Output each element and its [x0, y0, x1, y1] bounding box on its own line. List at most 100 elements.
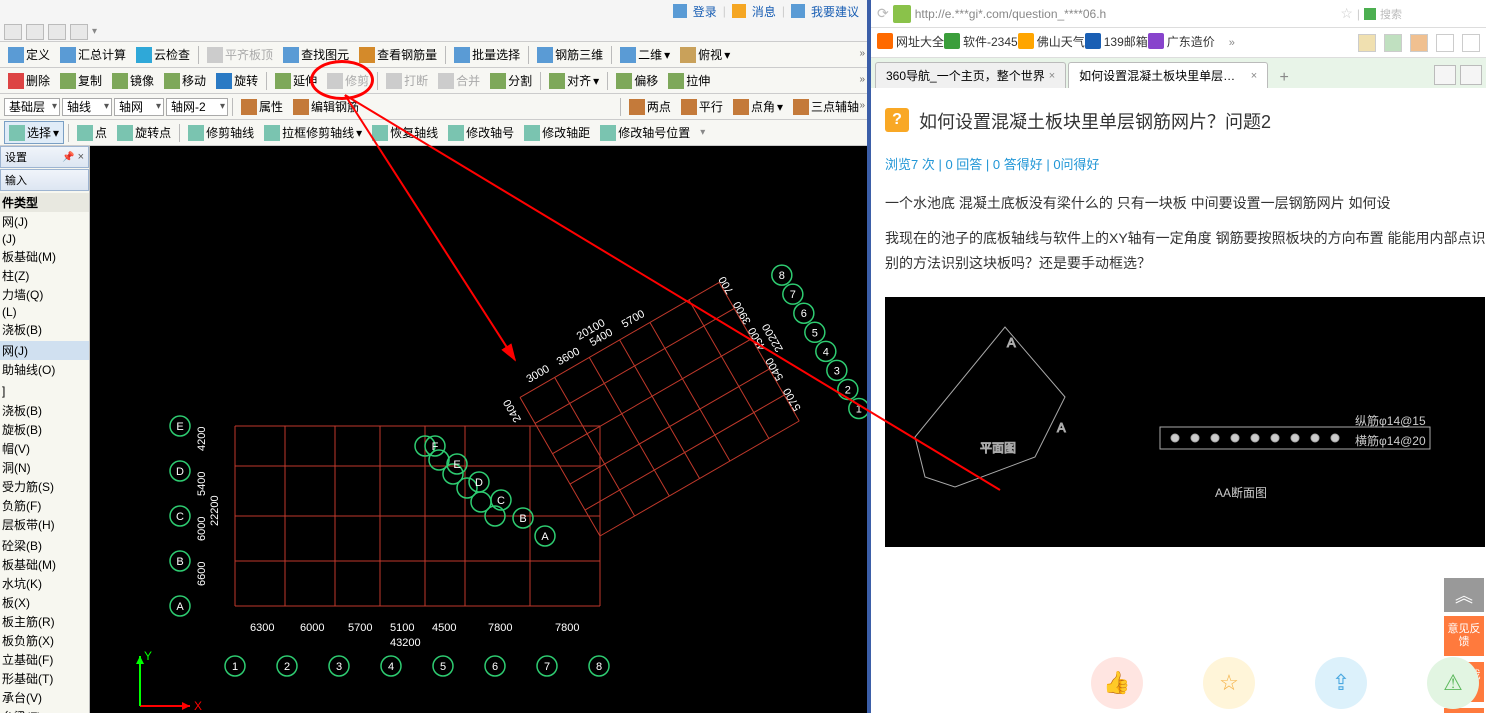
grid-select[interactable]: 轴网: [114, 98, 164, 116]
login-link[interactable]: 登录: [693, 3, 717, 20]
feedback-button[interactable]: 意见反馈: [1444, 616, 1484, 656]
component-list-item[interactable]: 层板带(H): [0, 515, 89, 534]
like-button[interactable]: 👍: [1091, 657, 1143, 709]
component-list-item[interactable]: 形基础(T): [0, 669, 89, 688]
tab-tool-button[interactable]: [1434, 65, 1456, 85]
mod-dist-button[interactable]: 修改轴距: [520, 122, 594, 143]
component-list-item[interactable]: 力墙(Q): [0, 285, 89, 304]
trim-button[interactable]: 修剪: [323, 70, 373, 91]
copy-button[interactable]: 复制: [56, 70, 106, 91]
twopoint-button[interactable]: 两点: [625, 96, 675, 117]
offset-button[interactable]: 偏移: [612, 70, 662, 91]
component-list-item[interactable]: (J): [0, 231, 89, 247]
point-button[interactable]: 点: [73, 122, 111, 143]
close-icon[interactable]: ×: [78, 151, 84, 163]
quick-button[interactable]: [26, 24, 44, 40]
align-button[interactable]: 对齐 ▾: [545, 70, 603, 91]
quick-button[interactable]: [4, 24, 22, 40]
ext-button[interactable]: [1436, 34, 1454, 52]
rotatepoint-button[interactable]: 旋转点: [113, 122, 175, 143]
suggest-link[interactable]: 我要建议: [811, 3, 859, 20]
report-button[interactable]: ⚠: [1427, 657, 1479, 709]
component-list-item[interactable]: 台梁(F): [0, 707, 89, 713]
sumcalc-button[interactable]: 汇总计算: [56, 44, 130, 65]
quick-button[interactable]: [48, 24, 66, 40]
question-attachment-image[interactable]: 平面图 A A 纵筋φ14@15 横筋φ14@20 AA断: [885, 297, 1485, 547]
split-button[interactable]: 分割: [486, 70, 536, 91]
tab-tool-button[interactable]: [1460, 65, 1482, 85]
2d-view-dropdown[interactable]: 二维 ▾: [616, 44, 674, 65]
parallel-button[interactable]: 平行: [677, 96, 727, 117]
close-tab-icon[interactable]: ×: [1049, 70, 1055, 82]
mod-num-button[interactable]: 修改轴号: [444, 122, 518, 143]
share-button[interactable]: ⇪: [1315, 657, 1367, 709]
rebar-3d-button[interactable]: 钢筋三维: [533, 44, 607, 65]
bookmark-star-icon[interactable]: ☆: [1340, 5, 1353, 22]
merge-button[interactable]: 合并: [434, 70, 484, 91]
restore-axis-button[interactable]: 恢复轴线: [368, 122, 442, 143]
browser-tab[interactable]: 如何设置混凝土板块里单层钢筋×: [1068, 62, 1268, 88]
rotate-button[interactable]: 旋转: [212, 70, 262, 91]
component-list-item[interactable]: ]: [0, 383, 89, 399]
component-list-item[interactable]: 板(X): [0, 593, 89, 612]
batch-select-button[interactable]: 批量选择: [450, 44, 524, 65]
ext-button[interactable]: [1462, 34, 1480, 52]
move-button[interactable]: 移动: [160, 70, 210, 91]
component-list-item[interactable]: 网(J): [0, 341, 89, 360]
bookmark-item[interactable]: 网址大全: [877, 33, 944, 50]
scroll-top-button[interactable]: ︽: [1444, 578, 1484, 612]
axis-select[interactable]: 轴线: [62, 98, 112, 116]
component-list-item[interactable]: (L): [0, 304, 89, 320]
favorite-button[interactable]: ☆: [1203, 657, 1255, 709]
delete-button[interactable]: 删除: [4, 70, 54, 91]
property-button[interactable]: 属性: [237, 96, 287, 117]
quick-button[interactable]: [70, 24, 88, 40]
component-list-item[interactable]: 柱(Z): [0, 266, 89, 285]
ext-button[interactable]: [1410, 34, 1428, 52]
message-link[interactable]: 消息: [752, 3, 776, 20]
cad-canvas[interactable]: 630060005700 5100450078007800 43200 6600…: [90, 146, 867, 713]
box-trim-button[interactable]: 拉框修剪轴线 ▾: [260, 122, 366, 143]
component-list-item[interactable]: 砼梁(B): [0, 536, 89, 555]
pin-icon[interactable]: 📌: [62, 152, 74, 163]
component-list-item[interactable]: 受力筋(S): [0, 477, 89, 496]
component-list-item[interactable]: 浇板(B): [0, 401, 89, 420]
component-list-item[interactable]: 板负筋(X): [0, 631, 89, 650]
component-list-item[interactable]: 洞(N): [0, 458, 89, 477]
extend-button[interactable]: 延伸: [271, 70, 321, 91]
threeaux-button[interactable]: 三点辅轴: [789, 96, 863, 117]
browser-tab[interactable]: 360导航_一个主页，整个世界×: [875, 62, 1066, 88]
close-tab-icon[interactable]: ×: [1251, 70, 1257, 82]
component-list-item[interactable]: 板主筋(R): [0, 612, 89, 631]
component-list-item[interactable]: 水坑(K): [0, 574, 89, 593]
find-element-button[interactable]: 查找图元: [279, 44, 353, 65]
stretch-button[interactable]: 拉伸: [664, 70, 714, 91]
component-list-item[interactable]: 浇板(B): [0, 320, 89, 339]
mirror-button[interactable]: 镜像: [108, 70, 158, 91]
search-hint[interactable]: 搜索: [1380, 6, 1480, 22]
cloud-check-button[interactable]: 云检查: [132, 44, 194, 65]
component-list-item[interactable]: 网(J): [0, 212, 89, 231]
view-rebar-button[interactable]: 查看钢筋量: [355, 44, 441, 65]
define-button[interactable]: 定义: [4, 44, 54, 65]
ptangle-button[interactable]: 点角 ▾: [729, 96, 787, 117]
bookmark-item[interactable]: 佛山天气: [1018, 33, 1085, 50]
component-list-item[interactable]: 承台(V): [0, 688, 89, 707]
address-bar[interactable]: ⟳ http://e.***gi*.com/question_****06.h …: [871, 0, 1486, 28]
top-view-dropdown[interactable]: 俯视 ▾: [676, 44, 734, 65]
mod-pos-button[interactable]: 修改轴号位置: [596, 122, 694, 143]
select-tool-button[interactable]: 选择 ▾: [4, 121, 64, 144]
component-list-item[interactable]: 旋板(B): [0, 420, 89, 439]
edit-rebar-button[interactable]: 编辑钢筋: [289, 96, 363, 117]
trim-axis-button[interactable]: 修剪轴线: [184, 122, 258, 143]
floor-select[interactable]: 基础层: [4, 98, 60, 116]
component-list-item[interactable]: 板基础(M): [0, 247, 89, 266]
bookmark-item[interactable]: 139邮箱: [1085, 33, 1148, 50]
ext-button[interactable]: [1358, 34, 1376, 52]
gridnum-select[interactable]: 轴网-2: [166, 98, 228, 116]
bookmark-item[interactable]: 软件-2345: [944, 33, 1018, 50]
component-list-item[interactable]: 帽(V): [0, 439, 89, 458]
component-list-item[interactable]: 立基础(F): [0, 650, 89, 669]
component-list-item[interactable]: 助轴线(O): [0, 360, 89, 379]
balance-button[interactable]: 平齐板顶: [203, 44, 277, 65]
